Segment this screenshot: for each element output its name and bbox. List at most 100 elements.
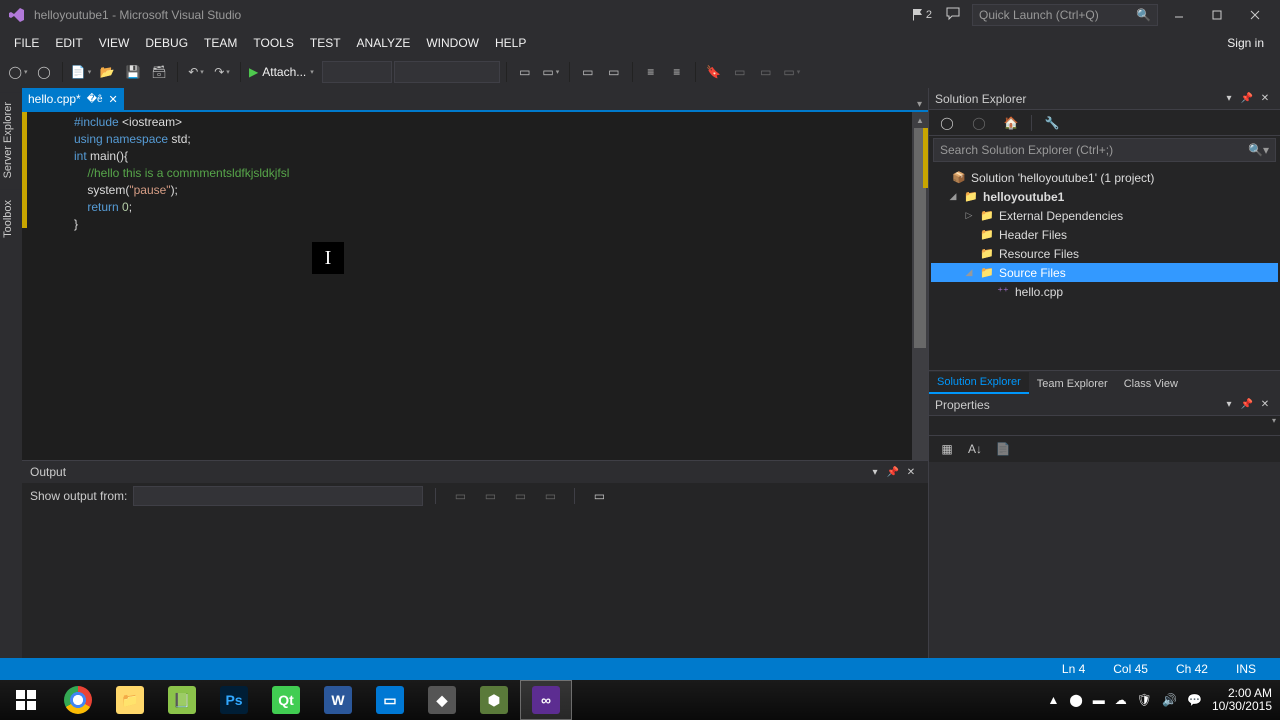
tray-icon[interactable]: ⬤	[1069, 693, 1082, 707]
taskbar-explorer[interactable]: 📁	[104, 680, 156, 720]
taskbar-qt[interactable]: Qt	[260, 680, 312, 720]
undo-button[interactable]: ↶	[184, 60, 208, 84]
panel-pin-icon[interactable]: 📌	[1238, 399, 1256, 410]
tree-project[interactable]: ◢📁 helloyoutube1	[931, 187, 1278, 206]
solution-tree[interactable]: 📦 Solution 'helloyoutube1' (1 project) ◢…	[929, 164, 1280, 370]
tree-external-deps[interactable]: ▷📁 External Dependencies	[931, 206, 1278, 225]
taskbar-app1[interactable]: 📗	[156, 680, 208, 720]
menu-view[interactable]: VIEW	[91, 32, 138, 54]
tray-clock[interactable]: 2:00 AM 10/30/2015	[1212, 687, 1272, 713]
back-button[interactable]: ◯	[6, 60, 30, 84]
system-tray[interactable]: ▲ ⬤ ▬ ☁ 🛡 🔊 💬 2:00 AM 10/30/2015	[1039, 687, 1280, 713]
tree-file-hello-cpp[interactable]: ⁺⁺ hello.cpp	[931, 282, 1278, 301]
toolbar-btn-6[interactable]: ▭	[754, 60, 778, 84]
property-pages-button[interactable]: 📄	[991, 437, 1015, 461]
output-btn-5[interactable]: ▭	[587, 484, 611, 508]
tree-solution-root[interactable]: 📦 Solution 'helloyoutube1' (1 project)	[931, 168, 1278, 187]
expand-icon[interactable]: ◢	[947, 191, 959, 202]
menu-team[interactable]: TEAM	[196, 32, 245, 54]
output-body[interactable]	[22, 509, 928, 660]
menu-edit[interactable]: EDIT	[47, 32, 90, 54]
config-combo[interactable]	[322, 61, 392, 83]
panel-pin-icon[interactable]: 📌	[1238, 93, 1256, 104]
expand-icon[interactable]: ◢	[963, 267, 975, 278]
tree-source-files[interactable]: ◢📁 Source Files	[931, 263, 1278, 282]
scroll-up-icon[interactable]: ▲	[912, 112, 928, 128]
quick-launch-input[interactable]: Quick Launch (Ctrl+Q) 🔍	[972, 4, 1158, 26]
tree-resource-files[interactable]: 📁 Resource Files	[931, 244, 1278, 263]
bookmark-button[interactable]: 🔖	[702, 60, 726, 84]
new-project-button[interactable]: 📄	[69, 60, 93, 84]
sign-in-link[interactable]: Sign in	[1217, 32, 1274, 54]
toolbox-tab[interactable]: Toolbox	[0, 190, 22, 248]
start-button[interactable]	[0, 680, 52, 720]
tab-class-view[interactable]: Class View	[1116, 374, 1186, 394]
se-home-button[interactable]: 🏠	[999, 111, 1023, 135]
save-all-button[interactable]: 🗃	[147, 60, 171, 84]
tab-solution-explorer[interactable]: Solution Explorer	[929, 372, 1029, 394]
close-button[interactable]	[1238, 2, 1272, 28]
solution-explorer-search[interactable]: Search Solution Explorer (Ctrl+;) 🔍▾	[933, 138, 1276, 162]
menu-help[interactable]: HELP	[487, 32, 534, 54]
tray-icon[interactable]: ▬	[1093, 693, 1105, 707]
panel-dropdown-icon[interactable]: ▾	[1220, 399, 1238, 410]
panel-close-icon[interactable]: ✕	[1256, 399, 1274, 410]
tray-onedrive-icon[interactable]: ☁	[1115, 693, 1127, 707]
props-dropdown-icon[interactable]: ▾	[1272, 416, 1276, 425]
alphabetical-button[interactable]: A↓	[963, 437, 987, 461]
tray-audio-icon[interactable]: 🔊	[1162, 693, 1177, 707]
menu-tools[interactable]: TOOLS	[245, 32, 301, 54]
tray-up-icon[interactable]: ▲	[1047, 693, 1059, 707]
tray-shield-icon[interactable]: 🛡	[1137, 693, 1152, 707]
taskbar-app4[interactable]: ⬢	[468, 680, 520, 720]
tray-action-center-icon[interactable]: 💬	[1187, 693, 1202, 707]
taskbar-app2[interactable]: ▭	[364, 680, 416, 720]
toolbar-btn-5[interactable]: ▭	[728, 60, 752, 84]
panel-pin-icon[interactable]: 📌	[884, 467, 902, 478]
toolbar-btn-4[interactable]: ▭	[602, 60, 626, 84]
server-explorer-tab[interactable]: Server Explorer	[0, 92, 22, 188]
se-back-button[interactable]: ◯	[935, 111, 959, 135]
feedback-icon[interactable]	[940, 7, 968, 24]
panel-close-icon[interactable]: ✕	[1256, 93, 1274, 104]
categorized-button[interactable]: ▦	[935, 437, 959, 461]
forward-button[interactable]: ◯	[32, 60, 56, 84]
menu-debug[interactable]: DEBUG	[137, 32, 196, 54]
tree-header-files[interactable]: 📁 Header Files	[931, 225, 1278, 244]
attach-button[interactable]: ▶ Attach... ▾	[247, 60, 320, 84]
minimize-button[interactable]	[1162, 2, 1196, 28]
notification-flag[interactable]: 2	[908, 8, 936, 22]
output-btn-1[interactable]: ▭	[448, 484, 472, 508]
save-button[interactable]: 💾	[121, 60, 145, 84]
taskbar-photoshop[interactable]: Ps	[208, 680, 260, 720]
se-forward-button[interactable]: ◯	[967, 111, 991, 135]
tab-close-icon[interactable]: ✕	[109, 93, 118, 106]
taskbar-visual-studio[interactable]: ∞	[520, 680, 572, 720]
taskbar-app3[interactable]: ◆	[416, 680, 468, 720]
menu-test[interactable]: TEST	[302, 32, 349, 54]
panel-dropdown-icon[interactable]: ▾	[1220, 93, 1238, 104]
toolbar-btn-7[interactable]: ▭	[780, 60, 804, 84]
uncomment-button[interactable]: ≡	[665, 60, 689, 84]
output-source-combo[interactable]	[133, 486, 423, 506]
toolbar-btn-1[interactable]: ▭	[513, 60, 537, 84]
output-btn-2[interactable]: ▭	[478, 484, 502, 508]
tab-team-explorer[interactable]: Team Explorer	[1029, 374, 1116, 394]
file-tab-hello-cpp[interactable]: hello.cpp* �ê ✕	[22, 88, 124, 110]
redo-button[interactable]: ↷	[210, 60, 234, 84]
taskbar-chrome[interactable]	[52, 680, 104, 720]
menu-analyze[interactable]: ANALYZE	[349, 32, 419, 54]
taskbar-word[interactable]: W	[312, 680, 364, 720]
comment-button[interactable]: ≡	[639, 60, 663, 84]
panel-dropdown-icon[interactable]: ▾	[866, 467, 884, 478]
tab-strip-dropdown[interactable]: ▾	[917, 99, 928, 110]
se-refresh-button[interactable]: 🔧	[1040, 111, 1064, 135]
maximize-button[interactable]	[1200, 2, 1234, 28]
pin-icon[interactable]: �ê	[87, 94, 103, 105]
open-file-button[interactable]: 📂	[95, 60, 119, 84]
toolbar-btn-2[interactable]: ▭	[539, 60, 563, 84]
output-btn-3[interactable]: ▭	[508, 484, 532, 508]
output-btn-4[interactable]: ▭	[538, 484, 562, 508]
toolbar-btn-3[interactable]: ▭	[576, 60, 600, 84]
panel-close-icon[interactable]: ✕	[902, 467, 920, 478]
